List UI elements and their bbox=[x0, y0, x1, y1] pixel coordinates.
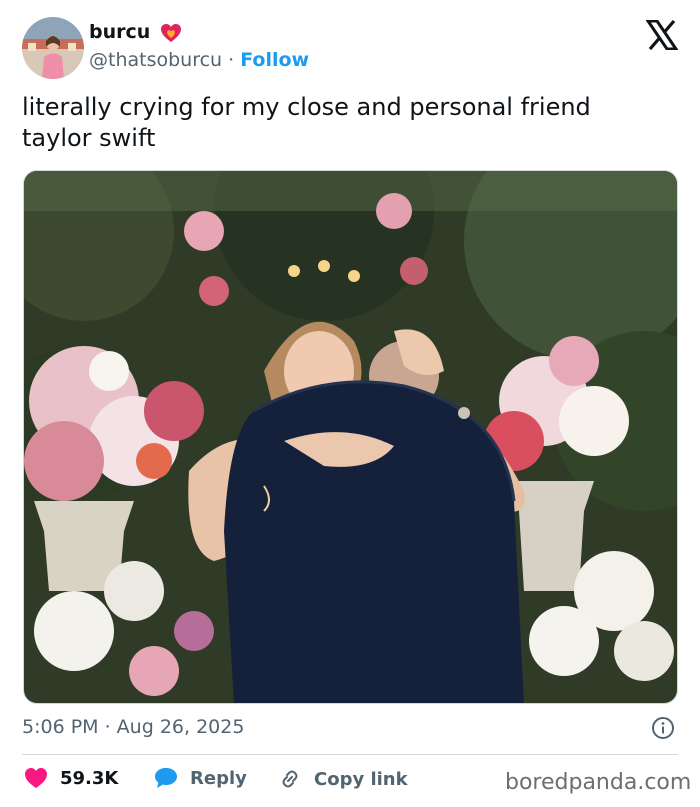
avatar[interactable] bbox=[22, 17, 84, 79]
tweet-timestamp[interactable]: 5:06 PM · Aug 26, 2025 bbox=[22, 716, 244, 738]
separator-dot: · bbox=[222, 49, 241, 71]
x-logo-icon[interactable] bbox=[645, 19, 679, 51]
reply-label: Reply bbox=[190, 767, 247, 789]
reply-button[interactable]: Reply bbox=[154, 767, 247, 789]
heart-icon bbox=[25, 768, 47, 788]
author-name[interactable]: burcu bbox=[89, 21, 150, 43]
tweet-text: literally crying for my close and person… bbox=[22, 92, 672, 154]
tweet-text-line-1: literally crying for my close and person… bbox=[22, 93, 591, 121]
divider bbox=[22, 754, 678, 755]
like-button[interactable]: 59.3K bbox=[24, 767, 118, 789]
copy-link-button[interactable]: Copy link bbox=[278, 767, 408, 791]
author-handle-row: @thatsoburcu · Follow bbox=[89, 49, 309, 71]
like-count: 59.3K bbox=[60, 767, 119, 789]
follow-button[interactable]: Follow bbox=[240, 49, 309, 71]
info-icon[interactable] bbox=[651, 716, 675, 740]
author-handle[interactable]: @thatsoburcu bbox=[89, 49, 222, 71]
tweet-photo[interactable] bbox=[23, 170, 678, 704]
heart-badge-icon bbox=[160, 22, 182, 48]
reply-bubble-icon bbox=[155, 768, 177, 788]
tweet-text-line-2: taylor swift bbox=[22, 124, 156, 152]
link-icon bbox=[282, 770, 298, 788]
copy-link-label: Copy link bbox=[314, 768, 408, 790]
watermark: boredpanda.com bbox=[505, 770, 692, 795]
